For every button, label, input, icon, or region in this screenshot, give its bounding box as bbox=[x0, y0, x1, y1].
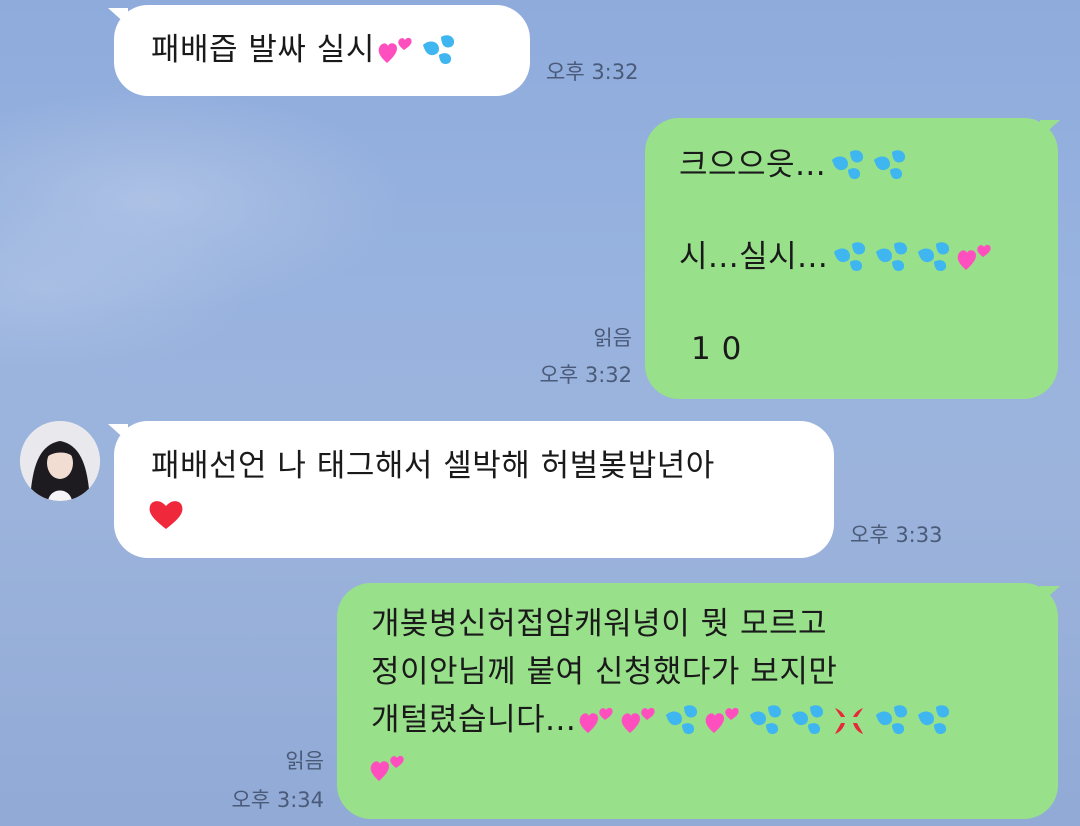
outgoing-bubble-tail bbox=[1040, 586, 1060, 604]
message-text: 시...실시... bbox=[679, 239, 829, 275]
outgoing-message-bubble[interactable]: 개봊병신허접암캐워녕이 뭣 모르고 정이안님께 붙여 신청했다가 보지만 개털렸… bbox=[337, 583, 1058, 819]
message-text: 크으으읏... bbox=[679, 147, 827, 183]
outgoing-message-bubble[interactable]: 크으으읏... 시...실시... 1 0 bbox=[645, 118, 1058, 399]
message-timestamp: 오후 3:32 bbox=[539, 363, 632, 387]
incoming-bubble-tail bbox=[108, 8, 128, 26]
message-timestamp: 오후 3:34 bbox=[231, 788, 324, 812]
two-hearts-icon bbox=[578, 703, 616, 737]
message-timestamp: 오후 3:33 bbox=[850, 523, 943, 547]
outgoing-bubble-tail bbox=[1040, 120, 1060, 138]
message-timestamp: 오후 3:32 bbox=[546, 60, 639, 84]
incoming-bubble-tail bbox=[108, 424, 128, 442]
anger-symbol-icon bbox=[830, 703, 868, 737]
sweat-droplets-icon bbox=[788, 703, 826, 737]
contact-avatar[interactable] bbox=[20, 421, 100, 501]
read-receipt: 읽음 bbox=[593, 326, 632, 350]
sweat-droplets-icon bbox=[662, 703, 700, 737]
sweat-droplets-icon bbox=[872, 240, 910, 274]
sweat-droplets-icon bbox=[914, 240, 952, 274]
sweat-droplets-icon bbox=[870, 148, 908, 182]
incoming-message-bubble[interactable]: 패배즙 발싸 실시 bbox=[114, 5, 530, 96]
two-hearts-icon bbox=[377, 33, 415, 67]
incoming-message-bubble[interactable]: 패배선언 나 태그해서 셀박해 허벌봊밥년아 bbox=[114, 421, 834, 558]
message-text: 정이안님께 붙여 신청했다가 보지만 bbox=[371, 654, 838, 690]
message-text: 개털렸습니다... bbox=[371, 702, 577, 738]
two-hearts-icon bbox=[369, 751, 407, 785]
red-heart-icon bbox=[147, 497, 185, 531]
message-text: 패배즙 발싸 실시 bbox=[151, 32, 375, 68]
sweat-droplets-icon bbox=[828, 148, 866, 182]
sweat-droplets-icon bbox=[830, 240, 868, 274]
sweat-droplets-icon bbox=[914, 703, 952, 737]
read-receipt: 읽음 bbox=[285, 749, 324, 773]
message-text: 개봊병신허접암캐워녕이 뭣 모르고 bbox=[371, 606, 828, 642]
sweat-droplets-icon bbox=[419, 33, 457, 67]
message-text: 패배선언 나 태그해서 셀박해 허벌봊밥년아 bbox=[151, 448, 715, 484]
sweat-droplets-icon bbox=[746, 703, 784, 737]
two-hearts-icon bbox=[620, 703, 658, 737]
two-hearts-icon bbox=[956, 240, 994, 274]
sweat-droplets-icon bbox=[872, 703, 910, 737]
message-text: 1 0 bbox=[691, 331, 742, 367]
two-hearts-icon bbox=[704, 703, 742, 737]
